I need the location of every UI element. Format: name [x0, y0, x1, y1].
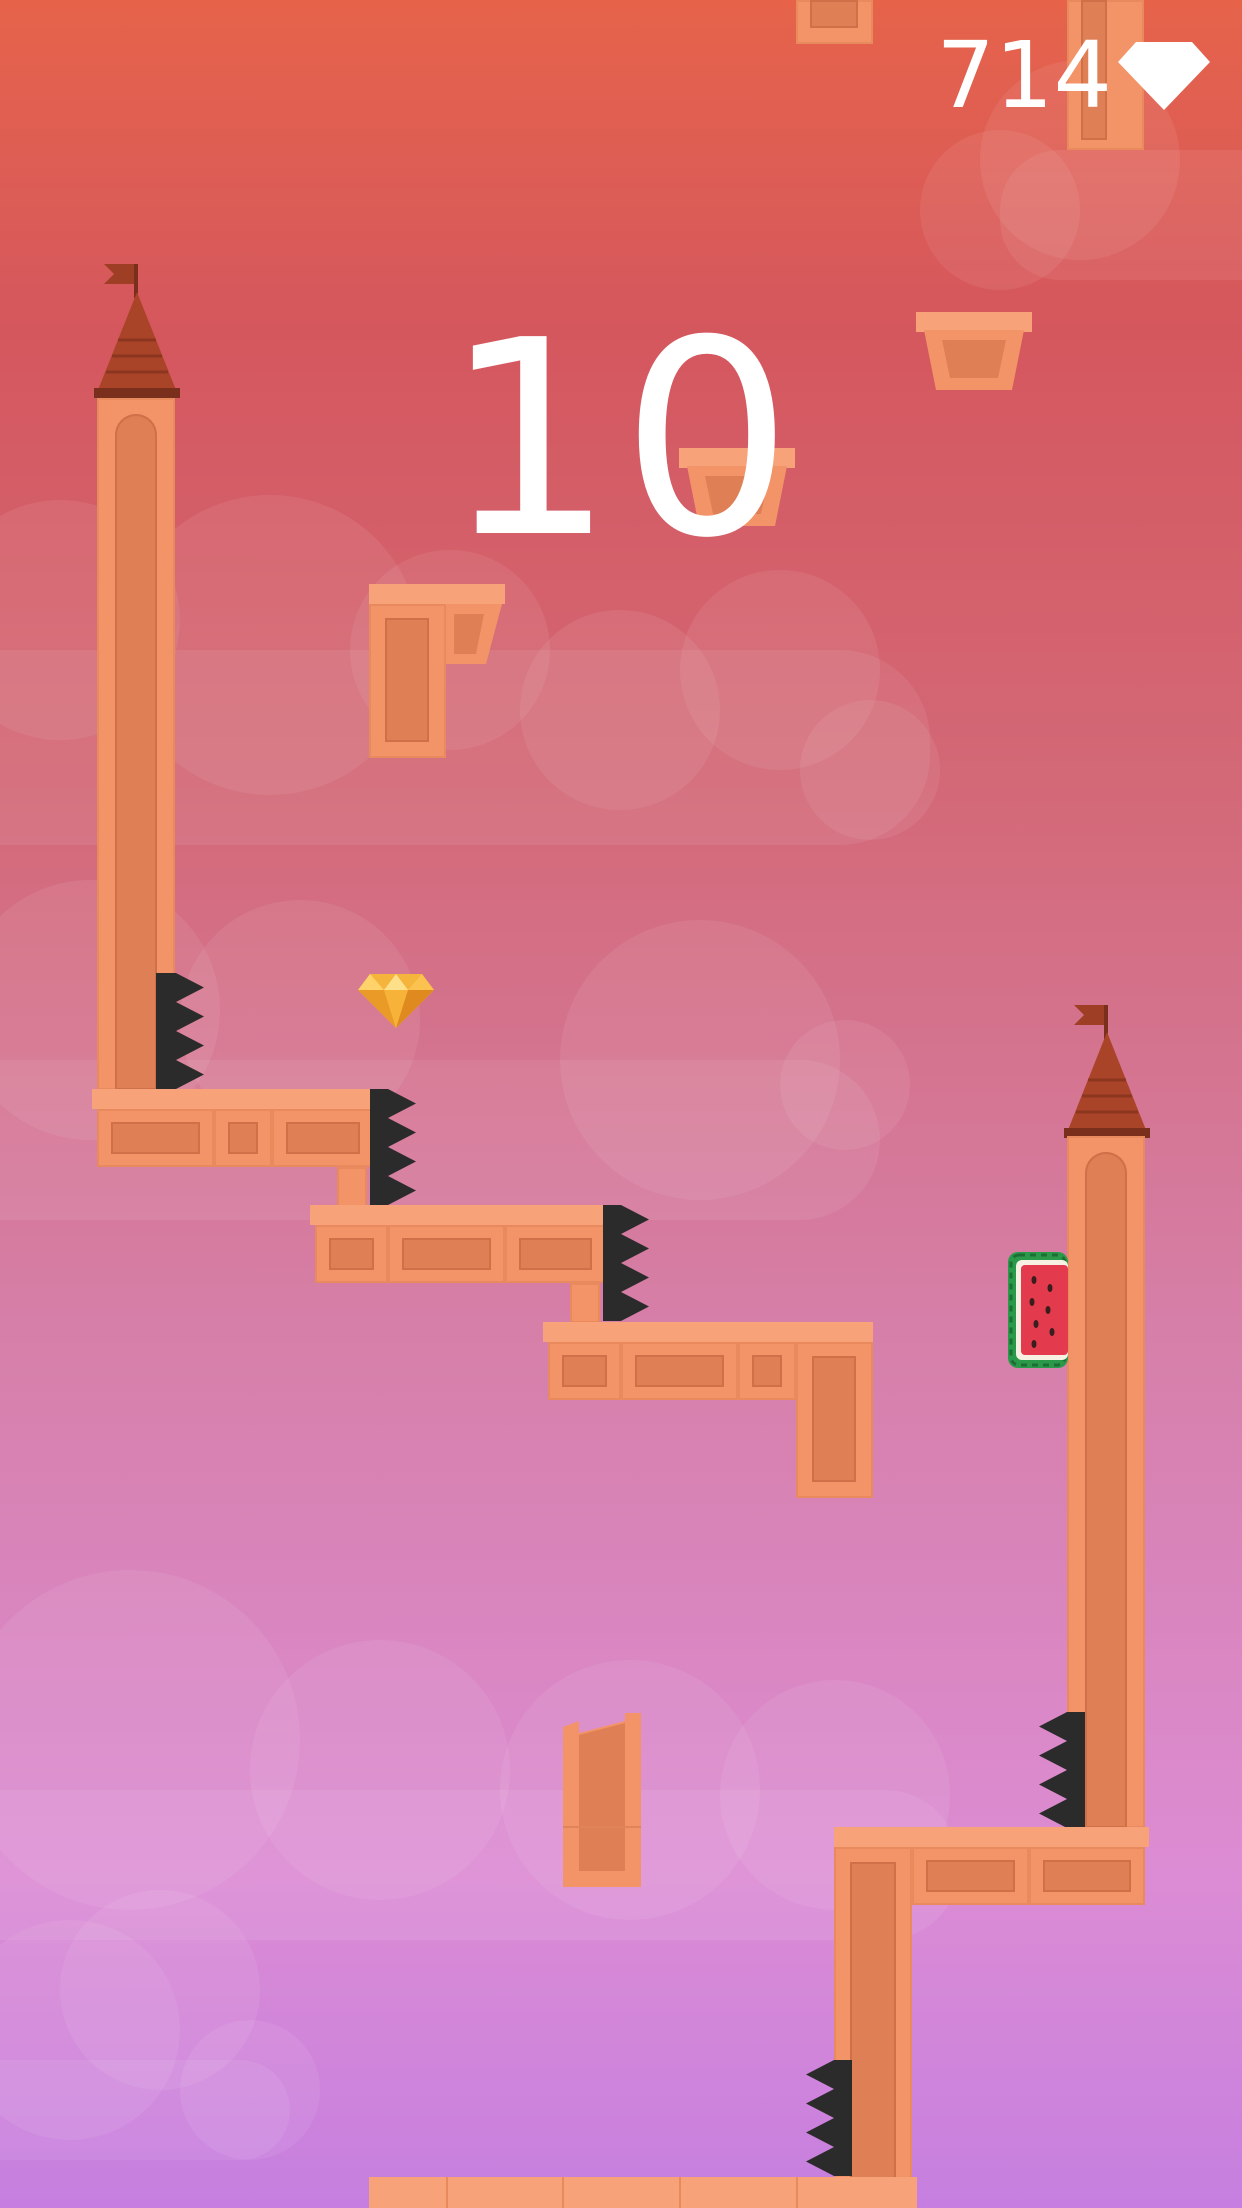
watermelon-icon[interactable] [1008, 1252, 1068, 1368]
game-scene[interactable]: 10 714 [0, 0, 1242, 2208]
block-top-center-inset [810, 0, 858, 28]
score-display: 10 [443, 282, 799, 597]
diamond-icon [1118, 42, 1210, 110]
gold-gem-icon[interactable] [356, 972, 436, 1030]
gem-counter: 714 [936, 30, 1212, 122]
gem-count: 714 [936, 22, 1112, 129]
tower-roof [1064, 1032, 1150, 1138]
